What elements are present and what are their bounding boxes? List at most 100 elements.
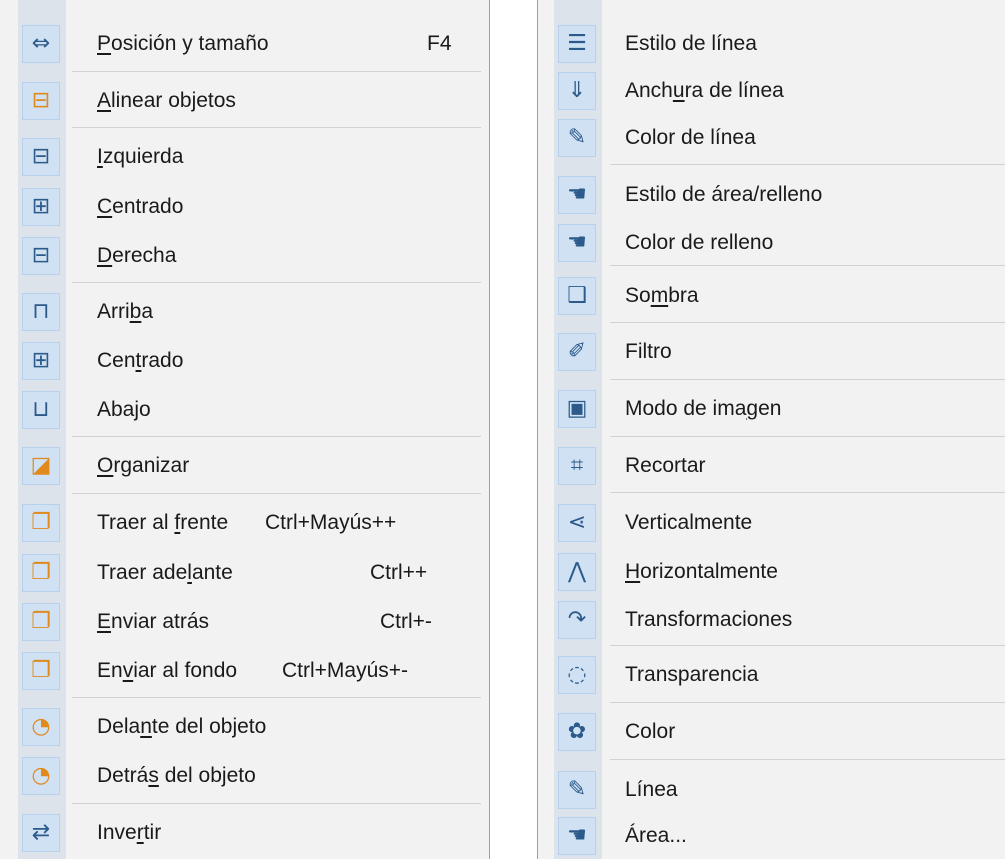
menu-item-label: Enviar atrás <box>97 610 210 633</box>
menu-item-estilo-de-area-relleno[interactable]: ☚ Estilo de área/relleno <box>538 171 1005 219</box>
menu-separator <box>72 436 481 437</box>
fill-color-icon: ☚ <box>558 224 596 262</box>
menu-item-color-de-relleno[interactable]: ☚ Color de relleno <box>538 219 1005 267</box>
menu-item-label: Transparencia <box>625 663 759 686</box>
menu-separator <box>72 803 481 804</box>
menu-separator <box>610 492 1005 493</box>
line-color-icon: ✎ <box>558 119 596 157</box>
menu-item-label: Organizar <box>97 454 190 477</box>
menu-separator <box>610 322 1005 323</box>
menu-item-label: Traer adelante <box>97 561 233 584</box>
menu-item-label: Derecha <box>97 244 177 267</box>
menu-item-linea[interactable]: ✎ Línea <box>538 766 1005 814</box>
filter-icon: ✐ <box>558 333 596 371</box>
menu-item-alinear-objetos[interactable]: ⊟ Alinear objetos <box>0 77 489 125</box>
menu-item-color-de-linea[interactable]: ✎ Color de línea <box>538 114 1005 162</box>
menu-item-enviar-atras[interactable]: ❐ Enviar atrás Ctrl+- <box>0 598 489 646</box>
menu-item-organizar[interactable]: ◪ Organizar <box>0 442 489 490</box>
menu-item-label: Estilo de línea <box>625 32 757 55</box>
menu-item-shortcut: Ctrl+- <box>380 610 432 633</box>
menu-item-traer-al-frente[interactable]: ❐ Traer al frente Ctrl+Mayús++ <box>0 499 489 547</box>
menu-separator <box>610 265 1005 266</box>
crop-icon: ⌗ <box>558 447 596 485</box>
menu-item-shortcut: Ctrl++ <box>370 561 428 584</box>
menu-item-label: Delante del objeto <box>97 715 267 738</box>
menu-item-abajo[interactable]: ⊔ Abajo <box>0 386 489 434</box>
menu-separator <box>610 702 1005 703</box>
menu-item-label: Alinear objetos <box>97 89 236 112</box>
menu-item-label: Modo de imagen <box>625 397 782 420</box>
menu-item-color[interactable]: ✿ Color <box>538 708 1005 756</box>
align-top-icon: ⊓ <box>22 293 60 331</box>
line-style-icon: ☰ <box>558 25 596 63</box>
menu-item-label: Anchura de línea <box>625 79 784 102</box>
menu-item-label: Verticalmente <box>625 511 753 534</box>
transformations-icon: ↷ <box>558 601 596 639</box>
line-icon: ✎ <box>558 771 596 809</box>
context-menu-left: ⇔ Posición y tamaño F4 ⊟ Alinear objetos ⊟ Izq… <box>0 0 490 859</box>
menu-item-label: Abajo <box>97 398 151 421</box>
menu-item-label: Sombra <box>625 284 699 307</box>
menu-separator <box>72 697 481 698</box>
menu-item-label: Horizontalmente <box>625 560 778 583</box>
menu-item-label: Recortar <box>625 454 706 477</box>
menu-separator <box>610 436 1005 437</box>
send-to-back-icon: ❐ <box>22 652 60 690</box>
menu-item-derecha[interactable]: ⊟ Derecha <box>0 232 489 280</box>
menu-item-filtro[interactable]: ✐ Filtro <box>538 328 1005 376</box>
align-middle-icon: ⊞ <box>22 342 60 380</box>
reverse-icon: ⇄ <box>22 814 60 852</box>
flip-horizontal-icon: ⋀ <box>558 553 596 591</box>
bring-to-front-icon: ❐ <box>22 504 60 542</box>
area-style-icon: ☚ <box>558 176 596 214</box>
menu-item-label: Color de línea <box>625 126 756 149</box>
menu-item-label: Color <box>625 720 676 743</box>
menu-item-shortcut: Ctrl+Mayús++ <box>265 511 397 534</box>
menu-item-label: Color de relleno <box>625 231 774 254</box>
menu-item-label: Posición y tamaño <box>97 32 269 55</box>
menu-item-anchura-de-linea[interactable]: ⇓ Anchura de línea <box>538 67 1005 115</box>
menu-item-transparencia[interactable]: ◌ Transparencia <box>538 651 1005 699</box>
menu-item-label: Estilo de área/relleno <box>625 183 823 206</box>
align-right-icon: ⊟ <box>22 237 60 275</box>
menu-item-transformaciones[interactable]: ↷ Transformaciones <box>538 596 1005 644</box>
align-center-icon: ⊞ <box>22 188 60 226</box>
menu-item-enviar-al-fondo[interactable]: ❐ Enviar al fondo Ctrl+Mayús+- <box>0 647 489 695</box>
menu-item-delante-del-objeto[interactable]: ◔ Delante del objeto <box>0 703 489 751</box>
menu-item-arriba[interactable]: ⊓ Arriba <box>0 288 489 336</box>
area-icon: ☚ <box>558 817 596 855</box>
menu-separator <box>610 379 1005 380</box>
flip-vertical-icon: ⋖ <box>558 504 596 542</box>
menu-separator <box>72 71 481 72</box>
menu-item-centrado[interactable]: ⊞ Centrado <box>0 183 489 231</box>
menu-item-label: Línea <box>625 778 678 801</box>
menu-item-posicion-y-tamano[interactable]: ⇔ Posición y tamaño F4 <box>0 20 489 68</box>
menu-item-izquierda[interactable]: ⊟ Izquierda <box>0 133 489 181</box>
menu-item-horizontalmente[interactable]: ⋀ Horizontalmente <box>538 548 1005 596</box>
transparency-icon: ◌ <box>558 656 596 694</box>
menu-separator <box>610 645 1005 646</box>
menu-item-verticalmente[interactable]: ⋖ Verticalmente <box>538 499 1005 547</box>
in-front-of-object-icon: ◔ <box>22 708 60 746</box>
color-icon: ✿ <box>558 713 596 751</box>
shadow-icon: ❑ <box>558 277 596 315</box>
menu-item-sombra[interactable]: ❑ Sombra <box>538 272 1005 320</box>
align-left-icon: ⊟ <box>22 138 60 176</box>
line-width-icon: ⇓ <box>558 72 596 110</box>
menu-item-centrado[interactable]: ⊞ Centrado <box>0 337 489 385</box>
menu-item-label: Arriba <box>97 300 154 323</box>
menu-item-detras-del-objeto[interactable]: ◔ Detrás del objeto <box>0 752 489 800</box>
menu-item-estilo-de-linea[interactable]: ☰ Estilo de línea <box>538 20 1005 68</box>
menu-item-area[interactable]: ☚ Área... <box>538 812 1005 860</box>
menu-item-label: Centrado <box>97 349 184 372</box>
menu-item-label: Detrás del objeto <box>97 764 256 787</box>
menu-item-invertir[interactable]: ⇄ Invertir <box>0 809 489 857</box>
menu-item-modo-de-imagen[interactable]: ▣ Modo de imagen <box>538 385 1005 433</box>
send-backward-icon: ❐ <box>22 603 60 641</box>
align-bottom-icon: ⊔ <box>22 391 60 429</box>
align-objects-icon: ⊟ <box>22 82 60 120</box>
menu-item-traer-adelante[interactable]: ❐ Traer adelante Ctrl++ <box>0 549 489 597</box>
menu-item-recortar[interactable]: ⌗ Recortar <box>538 442 1005 490</box>
menu-item-label: Invertir <box>97 821 162 844</box>
context-menu-right: ☰ Estilo de línea ⇓ Anchura de línea ✎ Color … <box>537 0 1005 859</box>
